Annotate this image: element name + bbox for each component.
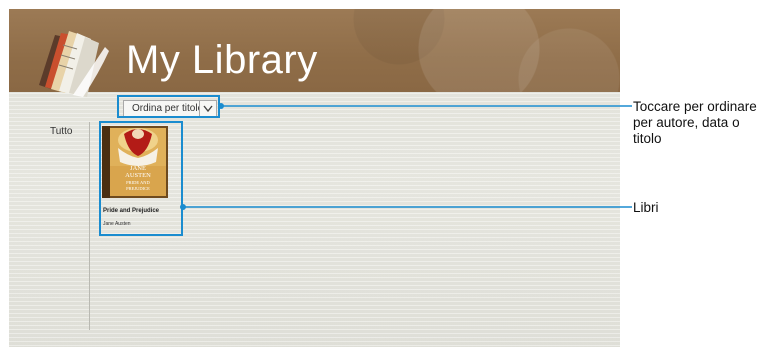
library-books-logo (39, 31, 109, 97)
header-bar: My Library (9, 9, 620, 97)
books-callout-text: Libri (633, 200, 659, 215)
sidebar-divider (89, 122, 90, 330)
sort-callout-text: Toccare per ordinare per autore, data o … (633, 99, 757, 147)
sort-callout-line-1: Toccare per ordinare (633, 99, 757, 114)
books-highlight-box (99, 121, 183, 236)
sort-callout-line-3: titolo (633, 131, 662, 146)
sort-callout-line-2: per autore, data o (633, 115, 740, 130)
page-title: My Library (126, 38, 318, 82)
sort-highlight-box (117, 95, 220, 118)
sidebar-item-all[interactable]: Tutto (50, 126, 72, 137)
